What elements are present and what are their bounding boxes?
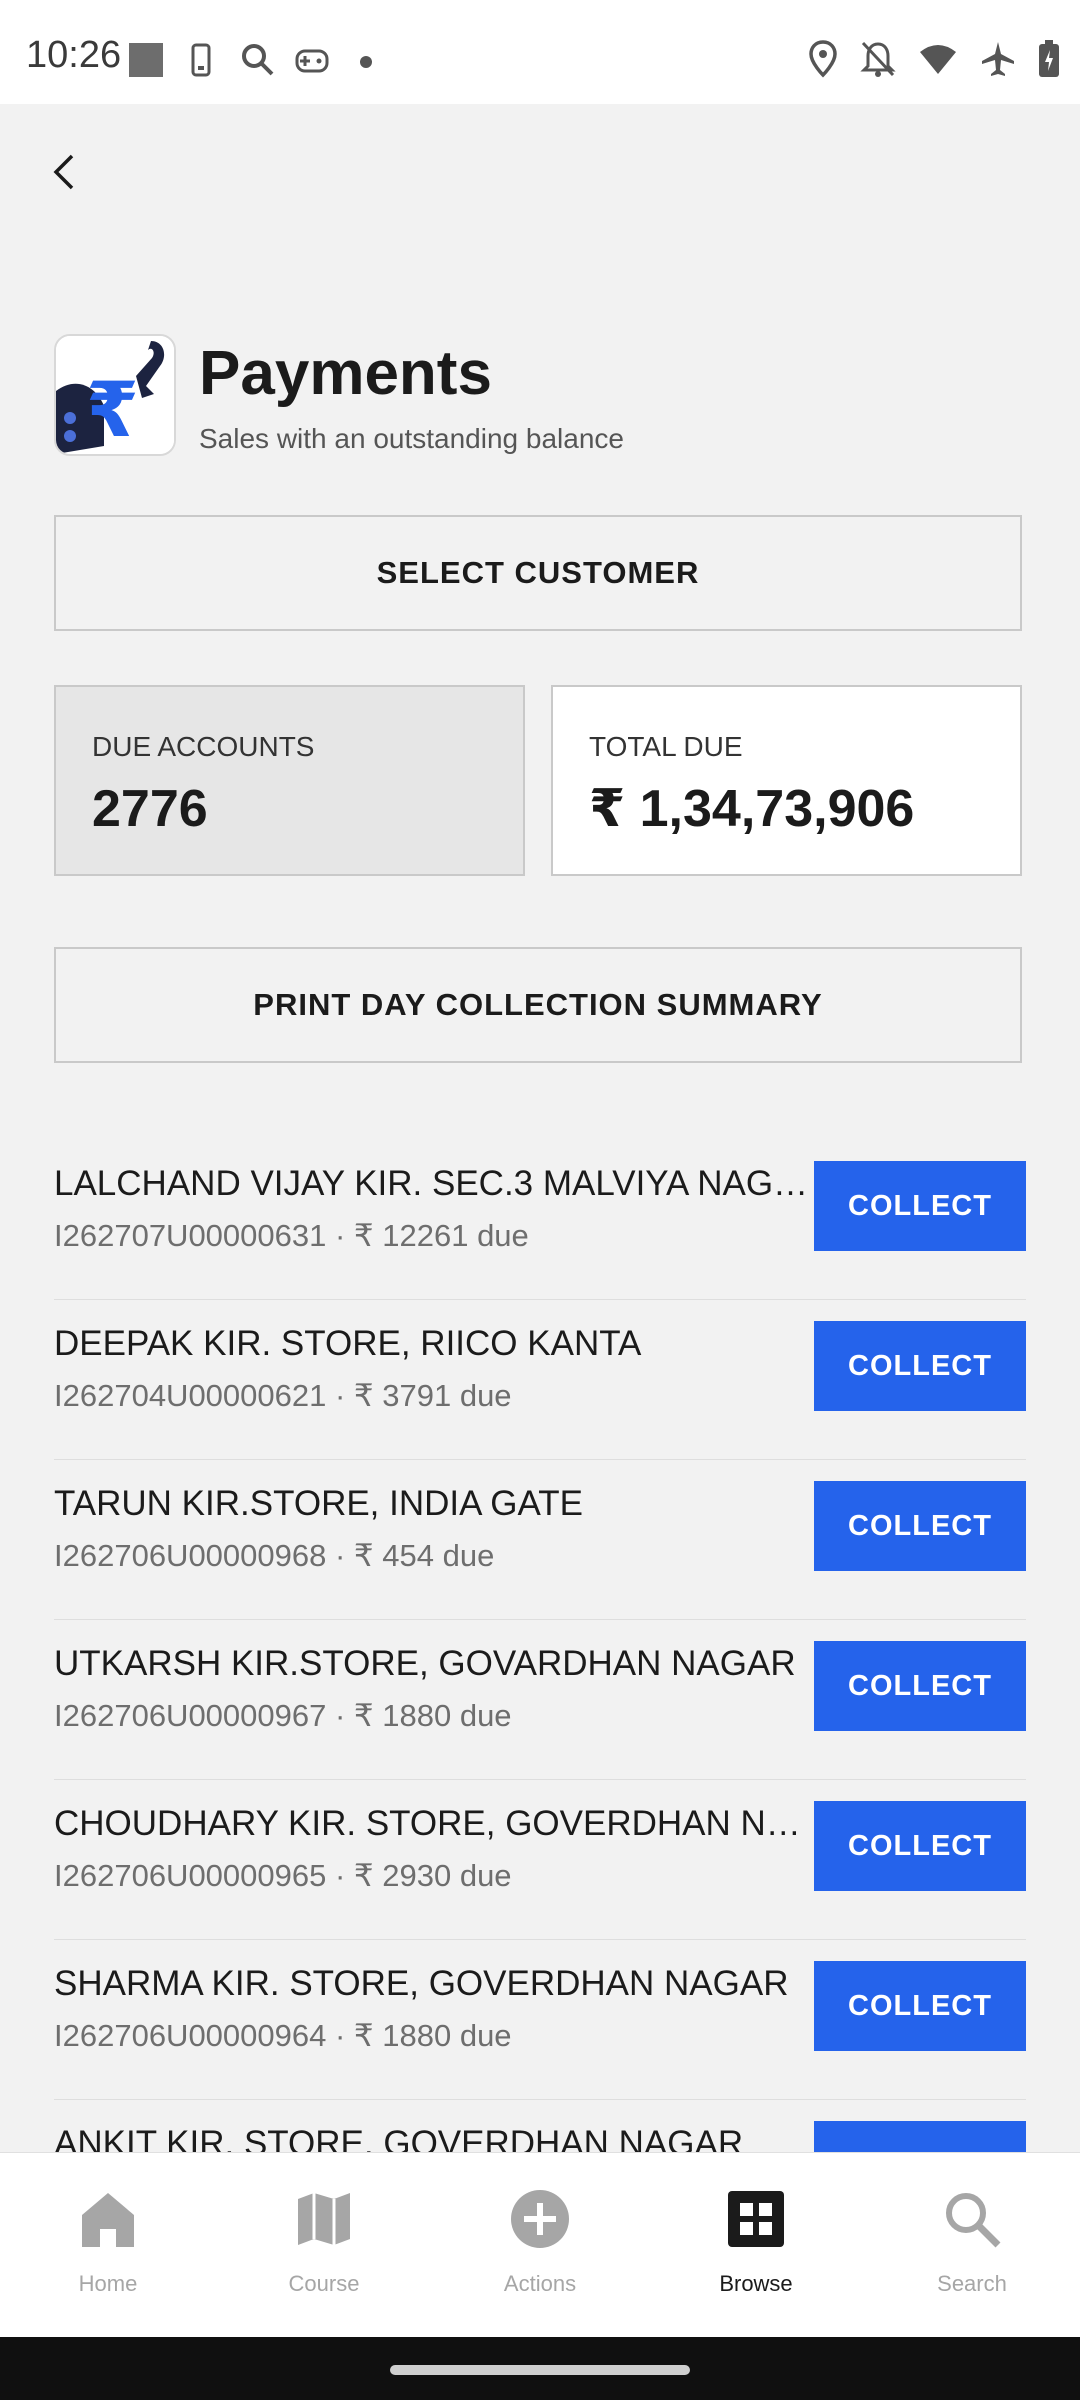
grid-icon [728,2191,784,2247]
collect-button[interactable]: COLLECT [814,1321,1026,1411]
due-accounts-label: DUE ACCOUNTS [92,731,315,762]
customer-meta: I262706U00000965 · ₹ 2930 due [54,1858,512,1893]
home-gesture-handle[interactable] [390,2365,690,2375]
gesture-bar [0,2337,1080,2400]
collect-button[interactable]: COLLECT [814,1481,1026,1571]
customer-meta: I262706U00000968 · ₹ 454 due [54,1538,495,1573]
customer-row[interactable]: UTKARSH KIR.STORE, GOVARDHAN NAGAR I2627… [54,1620,1026,1780]
phone-notification-icon [191,43,211,77]
location-icon [809,40,837,78]
add-circle-icon [511,2190,569,2248]
nav-actions-label: Actions [503,2271,577,2296]
rupee-hand-icon: ₹ [56,336,174,454]
customer-meta: I262706U00000967 · ₹ 1880 due [54,1698,512,1733]
image-notification-icon [129,43,163,77]
page-title: Payments [199,339,492,408]
bottom-navigation: Home Course Actions Browse Search [0,2152,1080,2338]
search-icon [946,2193,1001,2248]
customer-name: DEEPAK KIR. STORE, RIICO KANTA [54,1324,642,1363]
status-bar: 10:26 [0,0,1080,104]
customer-meta: I262706U00000964 · ₹ 1880 due [54,2018,512,2053]
total-due-card[interactable]: TOTAL DUE ₹ 1,34,73,906 [551,685,1022,876]
customer-meta: I262707U00000631 · ₹ 12261 due [54,1218,529,1253]
customer-row[interactable]: SHARMA KIR. STORE, GOVERDHAN NAGAR I2627… [54,1940,1026,2100]
collect-button[interactable]: COLLECT [814,1961,1026,2051]
customer-meta: I262704U00000621 · ₹ 3791 due [54,1378,512,1413]
status-icons [808,40,1060,78]
nav-home-label: Home [78,2271,138,2296]
customer-row[interactable]: LALCHAND VIJAY KIR. SEC.3 MALVIYA NAGAR … [54,1140,1026,1300]
nav-browse[interactable]: Browse [648,2153,864,2338]
customer-name: SHARMA KIR. STORE, GOVERDHAN NAGAR [54,1964,789,2003]
payments-app-icon: ₹ [54,334,176,456]
customer-name: TARUN KIR.STORE, INDIA GATE [54,1484,583,1523]
nav-home[interactable]: Home [0,2153,216,2338]
customer-row[interactable]: DEEPAK KIR. STORE, RIICO KANTA I262704U0… [54,1300,1026,1460]
nav-course[interactable]: Course [216,2153,432,2338]
collect-button[interactable]: COLLECT [814,1161,1026,1251]
nav-actions[interactable]: Actions [432,2153,648,2338]
customer-name: CHOUDHARY KIR. STORE, GOVERDHAN NAGAR [54,1804,810,1843]
nav-course-label: Course [288,2271,360,2296]
battery-icon [1039,40,1059,77]
customer-name: LALCHAND VIJAY KIR. SEC.3 MALVIYA NAGAR [54,1164,810,1203]
home-icon [82,2193,134,2247]
back-arrow-icon[interactable] [44,150,88,194]
collect-button[interactable]: COLLECT [814,1801,1026,1891]
total-due-value: ₹ 1,34,73,906 [589,780,915,838]
airplane-mode-icon [982,42,1014,76]
wifi-icon [920,45,956,74]
due-accounts-card[interactable]: DUE ACCOUNTS 2776 [54,685,525,876]
customer-name: UTKARSH KIR.STORE, GOVARDHAN NAGAR [54,1644,796,1683]
select-customer-button[interactable]: SELECT CUSTOMER [54,515,1022,631]
svg-text:₹: ₹ [86,365,139,454]
search-notification-icon [242,44,274,76]
customer-row[interactable]: TARUN KIR.STORE, INDIA GATE I262706U0000… [54,1460,1026,1620]
nav-search-label: Search [937,2271,1007,2296]
status-time: 10:26 [26,34,122,76]
nav-search[interactable]: Search [864,2153,1080,2338]
customer-row[interactable]: CHOUDHARY KIR. STORE, GOVERDHAN NAGAR I2… [54,1780,1026,1940]
gamepad-notification-icon [295,49,329,73]
total-due-label: TOTAL DUE [589,731,743,762]
dot-notification-icon [360,56,372,68]
collect-button[interactable]: COLLECT [814,1641,1026,1731]
print-collection-summary-button[interactable]: PRINT DAY COLLECTION SUMMARY [54,947,1022,1063]
notifications-off-icon [860,41,896,77]
customer-list: LALCHAND VIJAY KIR. SEC.3 MALVIYA NAGAR … [54,1140,1026,2260]
map-icon [298,2193,350,2245]
due-accounts-value: 2776 [92,780,208,838]
nav-browse-label: Browse [719,2271,793,2296]
page-subtitle: Sales with an outstanding balance [199,423,624,454]
